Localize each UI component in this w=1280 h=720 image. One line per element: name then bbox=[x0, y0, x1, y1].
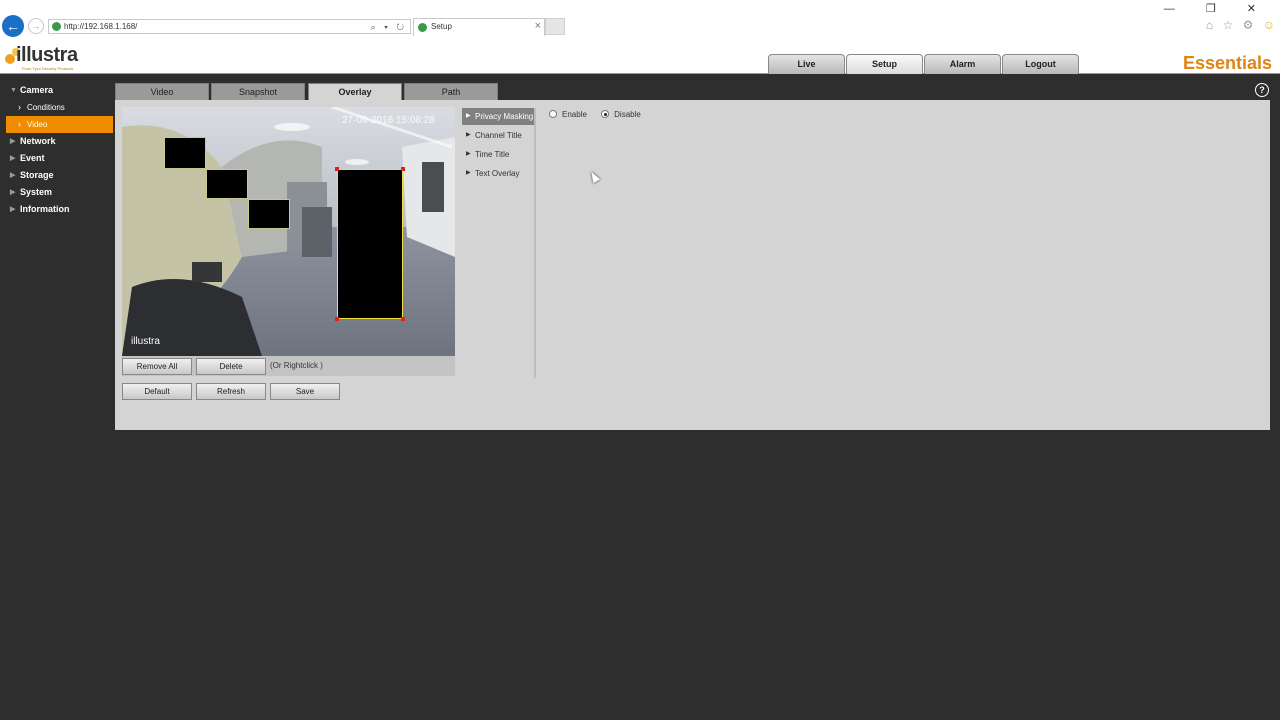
resize-handle[interactable] bbox=[401, 167, 405, 171]
overlay-item-label: Channel Title bbox=[475, 131, 522, 140]
sidebar-item-label: Video bbox=[27, 120, 48, 129]
privacy-mask-region[interactable] bbox=[206, 169, 248, 199]
collapsed-triangle-icon: ▶ bbox=[10, 155, 16, 162]
subtab-path[interactable]: Path bbox=[404, 83, 498, 100]
enable-label: Enable bbox=[562, 110, 587, 119]
disable-label: Disable bbox=[614, 110, 641, 119]
caret-right-icon: ▶ bbox=[466, 113, 471, 119]
url-text[interactable]: http://192.168.1.168/ bbox=[64, 21, 137, 33]
logo-mark-icon bbox=[5, 54, 15, 64]
remove-all-button[interactable]: Remove All bbox=[122, 358, 192, 375]
sidebar-item-label: Information bbox=[20, 204, 70, 214]
new-tab-button[interactable] bbox=[545, 18, 565, 35]
rightclick-hint: (Or Rightclick ) bbox=[270, 361, 323, 370]
settings-gear-icon[interactable]: ⚙ bbox=[1243, 18, 1257, 32]
resize-handle[interactable] bbox=[401, 317, 405, 321]
subtab-snapshot[interactable]: Snapshot bbox=[211, 83, 305, 100]
sidebar-item-event[interactable]: ▶ Event bbox=[0, 150, 115, 167]
sidebar-item-label: Storage bbox=[20, 170, 54, 180]
privacy-mask-region[interactable] bbox=[248, 199, 290, 229]
sidebar-item-label: Network bbox=[20, 136, 56, 146]
video-timestamp: 27-09-2016 15:08:28 bbox=[342, 115, 435, 126]
overlay-item-label: Privacy Masking bbox=[475, 112, 534, 121]
overlay-item-label: Time Title bbox=[475, 150, 510, 159]
back-arrow-icon[interactable]: ← bbox=[2, 15, 24, 37]
window-controls[interactable]: — ❐ ✕ bbox=[1164, 2, 1270, 15]
sidebar-item-information[interactable]: ▶ Information bbox=[0, 201, 115, 218]
address-bar[interactable]: http://192.168.1.168/ ⌕ ▾ ↻ bbox=[48, 19, 411, 34]
tab-alarm[interactable]: Alarm bbox=[924, 54, 1001, 74]
expanded-triangle-icon: ▼ bbox=[10, 87, 17, 94]
tab-setup[interactable]: Setup bbox=[846, 54, 923, 74]
chevron-right-icon: › bbox=[18, 102, 21, 112]
favorites-star-icon[interactable]: ☆ bbox=[1223, 18, 1237, 32]
save-button[interactable]: Save bbox=[270, 383, 340, 400]
subtab-video[interactable]: Video bbox=[115, 83, 209, 100]
delete-button[interactable]: Delete bbox=[196, 358, 266, 375]
sidebar-item-storage[interactable]: ▶ Storage bbox=[0, 167, 115, 184]
sidebar-item-video[interactable]: › Video bbox=[6, 116, 113, 133]
subtab-overlay[interactable]: Overlay bbox=[308, 83, 402, 100]
overlay-item-time-title[interactable]: ▶ Time Title bbox=[462, 146, 534, 163]
privacy-mask-options: Enable Disable bbox=[549, 110, 653, 119]
brand-essentials: Essentials bbox=[1182, 53, 1272, 73]
chevron-right-icon: › bbox=[18, 119, 21, 129]
browser-chrome: ← → http://192.168.1.168/ ⌕ ▾ ↻ Setup × … bbox=[0, 0, 1280, 42]
caret-right-icon: ▶ bbox=[466, 132, 471, 138]
overlay-item-channel-title[interactable]: ▶ Channel Title bbox=[462, 127, 534, 144]
privacy-mask-region-selected[interactable] bbox=[337, 169, 403, 319]
overlay-settings-panel: 27-09-2016 15:08:28 illustra Remove All … bbox=[115, 100, 1270, 430]
privacy-mask-region[interactable] bbox=[164, 137, 206, 169]
sidebar-item-label: Conditions bbox=[27, 103, 65, 112]
address-bar-icons[interactable]: ⌕ ▾ ↻ bbox=[371, 21, 407, 33]
browser-toolbar: ⌂ ☆ ⚙ ☺ bbox=[1206, 18, 1278, 32]
logo-text: illustra bbox=[16, 44, 78, 66]
logo-tagline: From Tyco Security Products bbox=[22, 66, 74, 71]
tab-title: Setup bbox=[431, 22, 452, 31]
video-preview[interactable]: 27-09-2016 15:08:28 illustra bbox=[122, 107, 455, 356]
collapsed-triangle-icon: ▶ bbox=[10, 206, 16, 213]
sidebar-item-label: Event bbox=[20, 153, 45, 163]
forward-arrow-icon[interactable]: → bbox=[28, 18, 44, 34]
feedback-smiley-icon[interactable]: ☺ bbox=[1263, 18, 1278, 32]
sidebar-item-system[interactable]: ▶ System bbox=[0, 184, 115, 201]
overlay-item-text-overlay[interactable]: ▶ Text Overlay bbox=[462, 165, 534, 182]
resize-handle[interactable] bbox=[335, 167, 339, 171]
tab-logout[interactable]: Logout bbox=[1002, 54, 1079, 74]
sidebar-item-conditions[interactable]: › Conditions bbox=[0, 99, 115, 116]
sidebar-nav: ▼ Camera › Conditions › Video ▶ Network … bbox=[0, 82, 115, 218]
tab-live[interactable]: Live bbox=[768, 54, 845, 74]
browser-tab[interactable]: Setup × bbox=[413, 18, 545, 36]
default-button[interactable]: Default bbox=[122, 383, 192, 400]
overlay-item-privacy-masking[interactable]: ▶ Privacy Masking bbox=[462, 108, 534, 125]
caret-right-icon: ▶ bbox=[466, 170, 471, 176]
enable-radio[interactable] bbox=[549, 110, 557, 118]
sidebar-item-network[interactable]: ▶ Network bbox=[0, 133, 115, 150]
refresh-button[interactable]: Refresh bbox=[196, 383, 266, 400]
home-icon[interactable]: ⌂ bbox=[1206, 18, 1216, 32]
disable-radio[interactable] bbox=[601, 110, 610, 118]
page-favicon-icon bbox=[52, 22, 61, 31]
video-watermark: illustra bbox=[131, 336, 160, 347]
resize-handle[interactable] bbox=[335, 317, 339, 321]
collapsed-triangle-icon: ▶ bbox=[10, 138, 16, 145]
sidebar-item-camera[interactable]: ▼ Camera bbox=[0, 82, 115, 99]
caret-right-icon: ▶ bbox=[466, 151, 471, 157]
collapsed-triangle-icon: ▶ bbox=[10, 172, 16, 179]
help-icon[interactable]: ? bbox=[1255, 83, 1269, 97]
overlay-menu: ▶ Privacy Masking ▶ Channel Title ▶ Time… bbox=[462, 108, 536, 378]
app-header: illustra From Tyco Security Products Liv… bbox=[0, 42, 1280, 74]
tab-close-icon[interactable]: × bbox=[535, 20, 541, 32]
overlay-item-label: Text Overlay bbox=[475, 169, 520, 178]
illustra-logo: illustra From Tyco Security Products bbox=[4, 44, 94, 72]
sidebar-item-label: Camera bbox=[20, 85, 54, 95]
sidebar-item-label: System bbox=[20, 187, 53, 197]
tab-favicon-icon bbox=[418, 23, 427, 32]
collapsed-triangle-icon: ▶ bbox=[10, 189, 16, 196]
